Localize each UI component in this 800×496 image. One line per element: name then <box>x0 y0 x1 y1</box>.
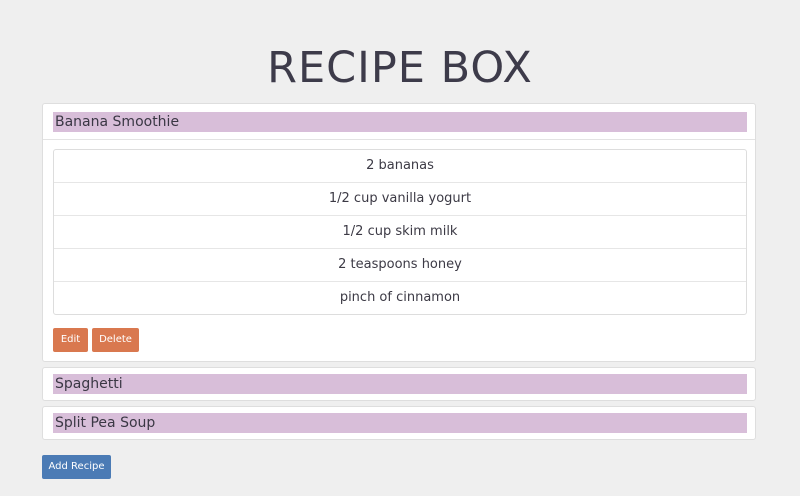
recipe-heading[interactable]: Spaghetti <box>53 374 747 394</box>
page-title: RECIPE BOX <box>267 43 533 93</box>
add-recipe-button[interactable]: Add Recipe <box>42 455 111 479</box>
ingredient-list: 2 bananas 1/2 cup vanilla yogurt 1/2 cup… <box>53 149 747 315</box>
delete-button[interactable]: Delete <box>92 328 139 352</box>
ingredient-item: 1/2 cup skim milk <box>54 215 746 248</box>
recipe-heading[interactable]: Split Pea Soup <box>53 413 747 433</box>
recipe-box-app: RECIPE BOX Banana Smoothie 2 bananas 1/2… <box>0 0 800 496</box>
edit-button[interactable]: Edit <box>53 328 88 352</box>
ingredient-item: pinch of cinnamon <box>54 281 746 314</box>
ingredient-item: 2 bananas <box>366 158 434 173</box>
recipe-panel-split-pea-soup: Split Pea Soup <box>42 406 756 440</box>
panel-divider <box>43 139 755 140</box>
recipe-panel-banana-smoothie: Banana Smoothie 2 bananas 1/2 cup vanill… <box>42 103 756 362</box>
ingredient-item: 2 teaspoons honey <box>54 248 746 281</box>
recipe-panel-spaghetti: Spaghetti <box>42 367 756 401</box>
ingredient-item: 1/2 cup vanilla yogurt <box>54 182 746 215</box>
recipe-heading[interactable]: Banana Smoothie <box>53 112 747 132</box>
